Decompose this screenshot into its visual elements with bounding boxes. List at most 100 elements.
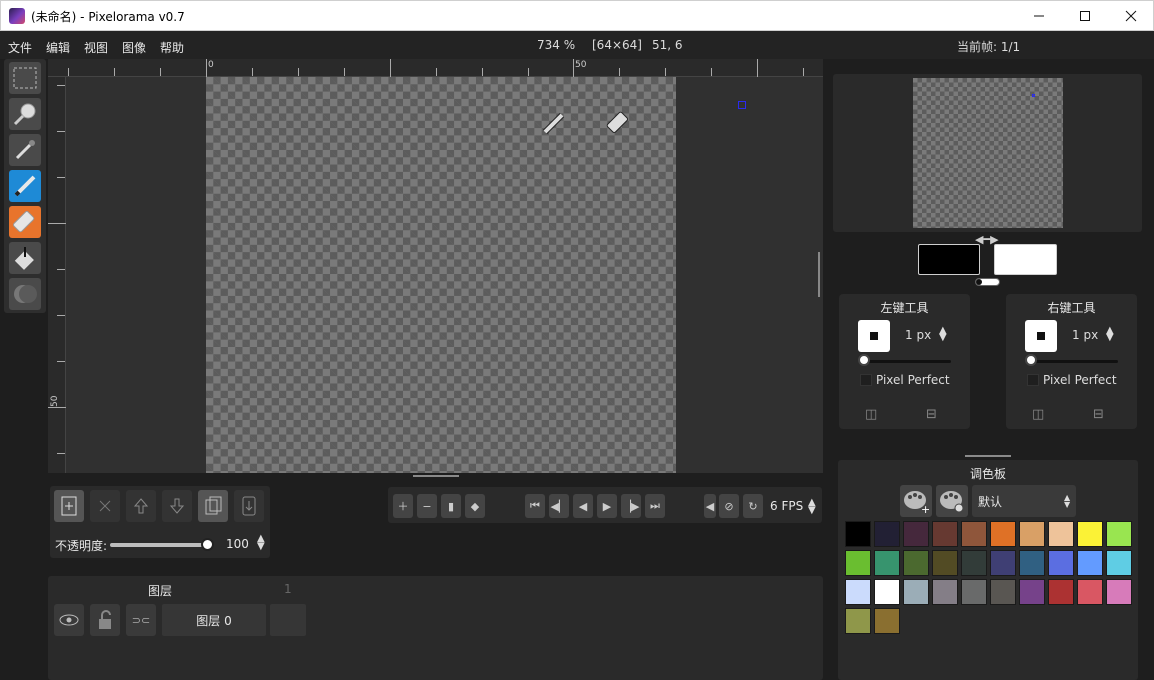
menu-help[interactable]: 帮助 bbox=[160, 39, 184, 56]
palette-swatch[interactable] bbox=[932, 521, 958, 547]
right-brush-button[interactable] bbox=[1025, 320, 1057, 352]
left-vertical-mirror-icon[interactable]: ⊟ bbox=[926, 407, 937, 422]
palette-swatch[interactable] bbox=[961, 550, 987, 576]
loop-button[interactable]: ↻ bbox=[743, 494, 763, 518]
menu-image[interactable]: 图像 bbox=[122, 39, 146, 56]
palette-swatch[interactable] bbox=[1077, 579, 1103, 605]
canvas-area[interactable]: 0 50 50 bbox=[48, 59, 823, 473]
left-pixel-perfect-checkbox[interactable] bbox=[860, 374, 872, 386]
layer-cel[interactable] bbox=[270, 604, 306, 636]
left-brush-size-spin-icon[interactable]: ▲ ▼ bbox=[939, 326, 947, 343]
clone-frame-button[interactable]: ▮ bbox=[441, 494, 461, 518]
tool-rect-select[interactable] bbox=[9, 62, 41, 94]
palette-swatch[interactable] bbox=[874, 579, 900, 605]
splitter-handle-palette[interactable] bbox=[965, 455, 1011, 457]
right-brush-size[interactable]: 1 px bbox=[1072, 328, 1098, 342]
palette-swatch[interactable] bbox=[1019, 579, 1045, 605]
layer-visibility-toggle[interactable] bbox=[54, 604, 84, 636]
tool-eraser[interactable] bbox=[9, 206, 41, 238]
close-button[interactable] bbox=[1108, 1, 1154, 31]
palette-swatch[interactable] bbox=[903, 550, 929, 576]
palette-swatch[interactable] bbox=[990, 550, 1016, 576]
palette-swatch[interactable] bbox=[1019, 550, 1045, 576]
palette-swatch[interactable] bbox=[961, 579, 987, 605]
tool-pencil[interactable] bbox=[9, 170, 41, 202]
palette-swatch[interactable] bbox=[845, 521, 871, 547]
menu-view[interactable]: 视图 bbox=[84, 39, 108, 56]
palette-swatch[interactable] bbox=[874, 521, 900, 547]
layer-item[interactable]: 图层 0 bbox=[162, 604, 266, 636]
right-brush-size-knob[interactable] bbox=[1025, 354, 1037, 366]
add-frame-button[interactable]: ＋ bbox=[393, 494, 413, 518]
splitter-handle-bottom[interactable] bbox=[413, 475, 459, 477]
opacity-value[interactable]: 100 bbox=[226, 537, 249, 551]
tool-lighten-darken[interactable] bbox=[9, 278, 41, 310]
edit-palette-button[interactable] bbox=[936, 485, 968, 517]
previous-frame-button[interactable]: ◀ bbox=[573, 494, 593, 518]
reset-colors-button[interactable] bbox=[975, 278, 1000, 286]
play-backwards-button[interactable]: ◀▏ bbox=[549, 494, 569, 518]
onion-skin-settings-button[interactable]: ◀ bbox=[704, 494, 716, 518]
palette-swatch[interactable] bbox=[845, 608, 871, 634]
palette-swatch[interactable] bbox=[1019, 521, 1045, 547]
palette-swatch[interactable] bbox=[903, 521, 929, 547]
palette-swatch[interactable] bbox=[1106, 579, 1132, 605]
palette-swatch[interactable] bbox=[1077, 521, 1103, 547]
layer-lock-toggle[interactable] bbox=[90, 604, 120, 636]
splitter-handle-right[interactable] bbox=[818, 252, 820, 297]
left-brush-size[interactable]: 1 px bbox=[905, 328, 931, 342]
palette-select[interactable]: 默认 ▲ ▼ bbox=[972, 485, 1076, 517]
palette-swatch[interactable] bbox=[1048, 579, 1074, 605]
remove-layer-button[interactable] bbox=[90, 490, 120, 522]
right-brush-size-spin-icon[interactable]: ▲ ▼ bbox=[1106, 326, 1114, 343]
menu-file[interactable]: 文件 bbox=[8, 39, 32, 56]
palette-swatch[interactable] bbox=[961, 521, 987, 547]
palette-swatch[interactable] bbox=[1048, 521, 1074, 547]
play-button[interactable]: ▶ bbox=[597, 494, 617, 518]
tool-bucket[interactable] bbox=[9, 242, 41, 274]
merge-down-button[interactable] bbox=[234, 490, 264, 522]
frame-tag-button[interactable]: ◆ bbox=[465, 494, 485, 518]
left-brush-size-knob[interactable] bbox=[858, 354, 870, 366]
maximize-button[interactable] bbox=[1062, 1, 1108, 31]
fps-spin-icon[interactable]: ▲ ▼ bbox=[808, 498, 816, 516]
palette-swatch[interactable] bbox=[1077, 550, 1103, 576]
layer-link-toggle[interactable]: ⊃⊂ bbox=[126, 604, 156, 636]
move-layer-down-button[interactable] bbox=[162, 490, 192, 522]
tool-zoom[interactable] bbox=[9, 98, 41, 130]
opacity-slider-knob[interactable] bbox=[201, 538, 214, 551]
palette-swatch[interactable] bbox=[932, 579, 958, 605]
onion-skin-button[interactable]: ⊘ bbox=[719, 494, 739, 518]
last-frame-button[interactable]: ⏭ bbox=[645, 494, 665, 518]
right-color-button[interactable] bbox=[994, 244, 1057, 275]
opacity-slider[interactable] bbox=[110, 543, 208, 547]
right-brush-size-slider[interactable] bbox=[1030, 360, 1118, 363]
palette-swatch[interactable] bbox=[845, 579, 871, 605]
palette-swatch[interactable] bbox=[874, 608, 900, 634]
palette-swatch[interactable] bbox=[903, 579, 929, 605]
opacity-spin-icon[interactable]: ▲ ▼ bbox=[257, 534, 265, 552]
palette-swatch[interactable] bbox=[1106, 550, 1132, 576]
tool-color-picker[interactable] bbox=[9, 134, 41, 166]
left-brush-size-slider[interactable] bbox=[863, 360, 951, 363]
left-horizontal-mirror-icon[interactable]: ◫ bbox=[865, 407, 877, 422]
add-palette-button[interactable]: + bbox=[900, 485, 932, 517]
add-layer-button[interactable] bbox=[54, 490, 84, 522]
palette-swatch[interactable] bbox=[845, 550, 871, 576]
first-frame-button[interactable]: ⏮ bbox=[525, 494, 545, 518]
clone-layer-button[interactable] bbox=[198, 490, 228, 522]
next-frame-button[interactable]: ▕▶ bbox=[621, 494, 641, 518]
pixel-canvas[interactable] bbox=[206, 77, 746, 473]
right-horizontal-mirror-icon[interactable]: ◫ bbox=[1032, 407, 1044, 422]
right-vertical-mirror-icon[interactable]: ⊟ bbox=[1093, 407, 1104, 422]
left-color-button[interactable] bbox=[918, 244, 980, 275]
left-brush-button[interactable] bbox=[858, 320, 890, 352]
palette-swatch[interactable] bbox=[990, 521, 1016, 547]
fps-value[interactable]: 6 FPS bbox=[770, 499, 803, 513]
palette-swatch[interactable] bbox=[874, 550, 900, 576]
remove-frame-button[interactable]: − bbox=[417, 494, 437, 518]
move-layer-up-button[interactable] bbox=[126, 490, 156, 522]
palette-swatch[interactable] bbox=[990, 579, 1016, 605]
menu-edit[interactable]: 编辑 bbox=[46, 39, 70, 56]
palette-swatch[interactable] bbox=[1048, 550, 1074, 576]
